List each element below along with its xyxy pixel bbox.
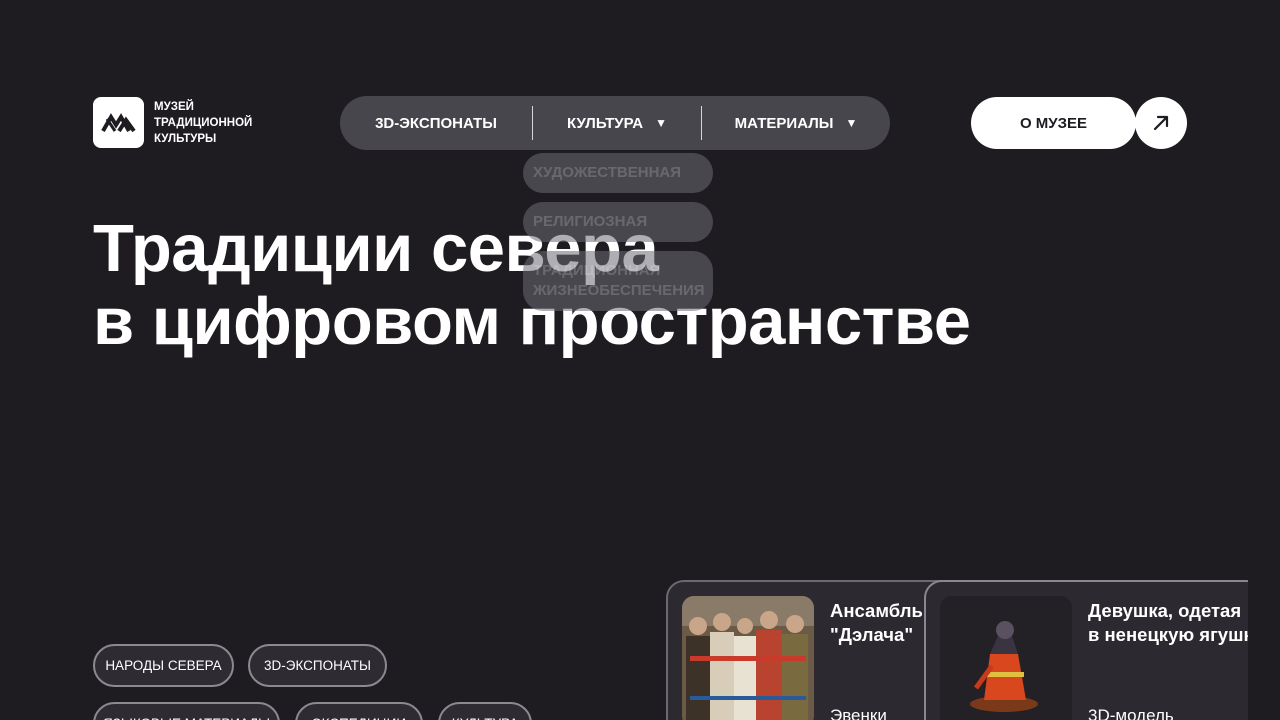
logo-text: МУЗЕЙ ТРАДИЦИОННОЙ КУЛЬТУРЫ: [154, 100, 253, 145]
exhibit-card-title-line: "Дэлача": [830, 624, 914, 645]
exhibit-cards: Ансамбль "Дэлача" Эвенки Девушка, одетая…: [666, 580, 1248, 720]
exhibit-card[interactable]: Ансамбль "Дэлача" Эвенки: [666, 580, 966, 720]
tag-expeditions[interactable]: ЭКСПЕДИЦИИ: [295, 702, 423, 720]
exhibit-card-title: Ансамбль "Дэлача": [830, 599, 923, 647]
nav-item-label: МАТЕРИАЛЫ: [734, 114, 834, 132]
dropdown-item-religious[interactable]: РЕЛИГИОЗНАЯ: [523, 202, 713, 242]
nav-item-materials[interactable]: МАТЕРИАЛЫ ▼: [702, 96, 890, 150]
exhibit-card-title: Девушка, одетая в ненецкую ягушку: [1088, 599, 1248, 647]
museum-logo-icon: [93, 97, 144, 148]
exhibit-card[interactable]: Девушка, одетая в ненецкую ягушку 3D-мод…: [924, 580, 1248, 720]
exhibit-3d-model-preview: [940, 596, 1072, 720]
caret-down-icon: ▼: [655, 116, 667, 130]
caret-down-icon: ▼: [845, 116, 858, 130]
nav-item-3d-exhibits[interactable]: 3D-ЭКСПОНАТЫ: [340, 96, 532, 150]
dropdown-item-life-support[interactable]: ТРАДИЦИОННАЯ ЖИЗНЕОБЕСПЕЧЕНИЯ: [523, 251, 713, 311]
nav-item-label: КУЛЬТУРА: [567, 114, 644, 132]
exhibit-card-subtitle: 3D-модель: [1088, 706, 1174, 720]
tag-language-materials[interactable]: ЯЗЫКОВЫЕ МАТЕРИАЛЫ: [93, 702, 280, 720]
main-nav: 3D-ЭКСПОНАТЫ КУЛЬТУРА ▼ МАТЕРИАЛЫ ▼: [340, 96, 890, 150]
exhibit-photo: [682, 596, 814, 720]
exhibit-card-title-line: Девушка, одетая: [1088, 600, 1242, 621]
exhibit-card-title-line: в ненецкую ягушку: [1088, 624, 1248, 645]
exhibit-card-subtitle: Эвенки: [830, 706, 887, 720]
tag-culture[interactable]: КУЛЬТУРА: [438, 702, 532, 720]
arrow-up-right-icon[interactable]: [1135, 97, 1187, 149]
tag-3d-exhibits[interactable]: 3D-ЭКСПОНАТЫ: [248, 644, 387, 687]
about-museum-button[interactable]: О МУЗЕЕ: [971, 97, 1136, 149]
nav-item-label: 3D-ЭКСПОНАТЫ: [375, 114, 497, 132]
nav-item-culture[interactable]: КУЛЬТУРА ▼: [533, 96, 701, 150]
culture-dropdown: ХУДОЖЕСТВЕННАЯ РЕЛИГИОЗНАЯ ТРАДИЦИОННАЯ …: [523, 153, 713, 320]
about-museum-label: О МУЗЕЕ: [1019, 114, 1088, 132]
tag-peoples-of-north[interactable]: НАРОДЫ СЕВЕРА: [93, 644, 234, 687]
exhibit-card-title-line: Ансамбль: [830, 600, 923, 621]
museum-logo[interactable]: МУЗЕЙ ТРАДИЦИОННОЙ КУЛЬТУРЫ: [93, 97, 274, 148]
dropdown-item-artistic[interactable]: ХУДОЖЕСТВЕННАЯ: [523, 153, 713, 193]
